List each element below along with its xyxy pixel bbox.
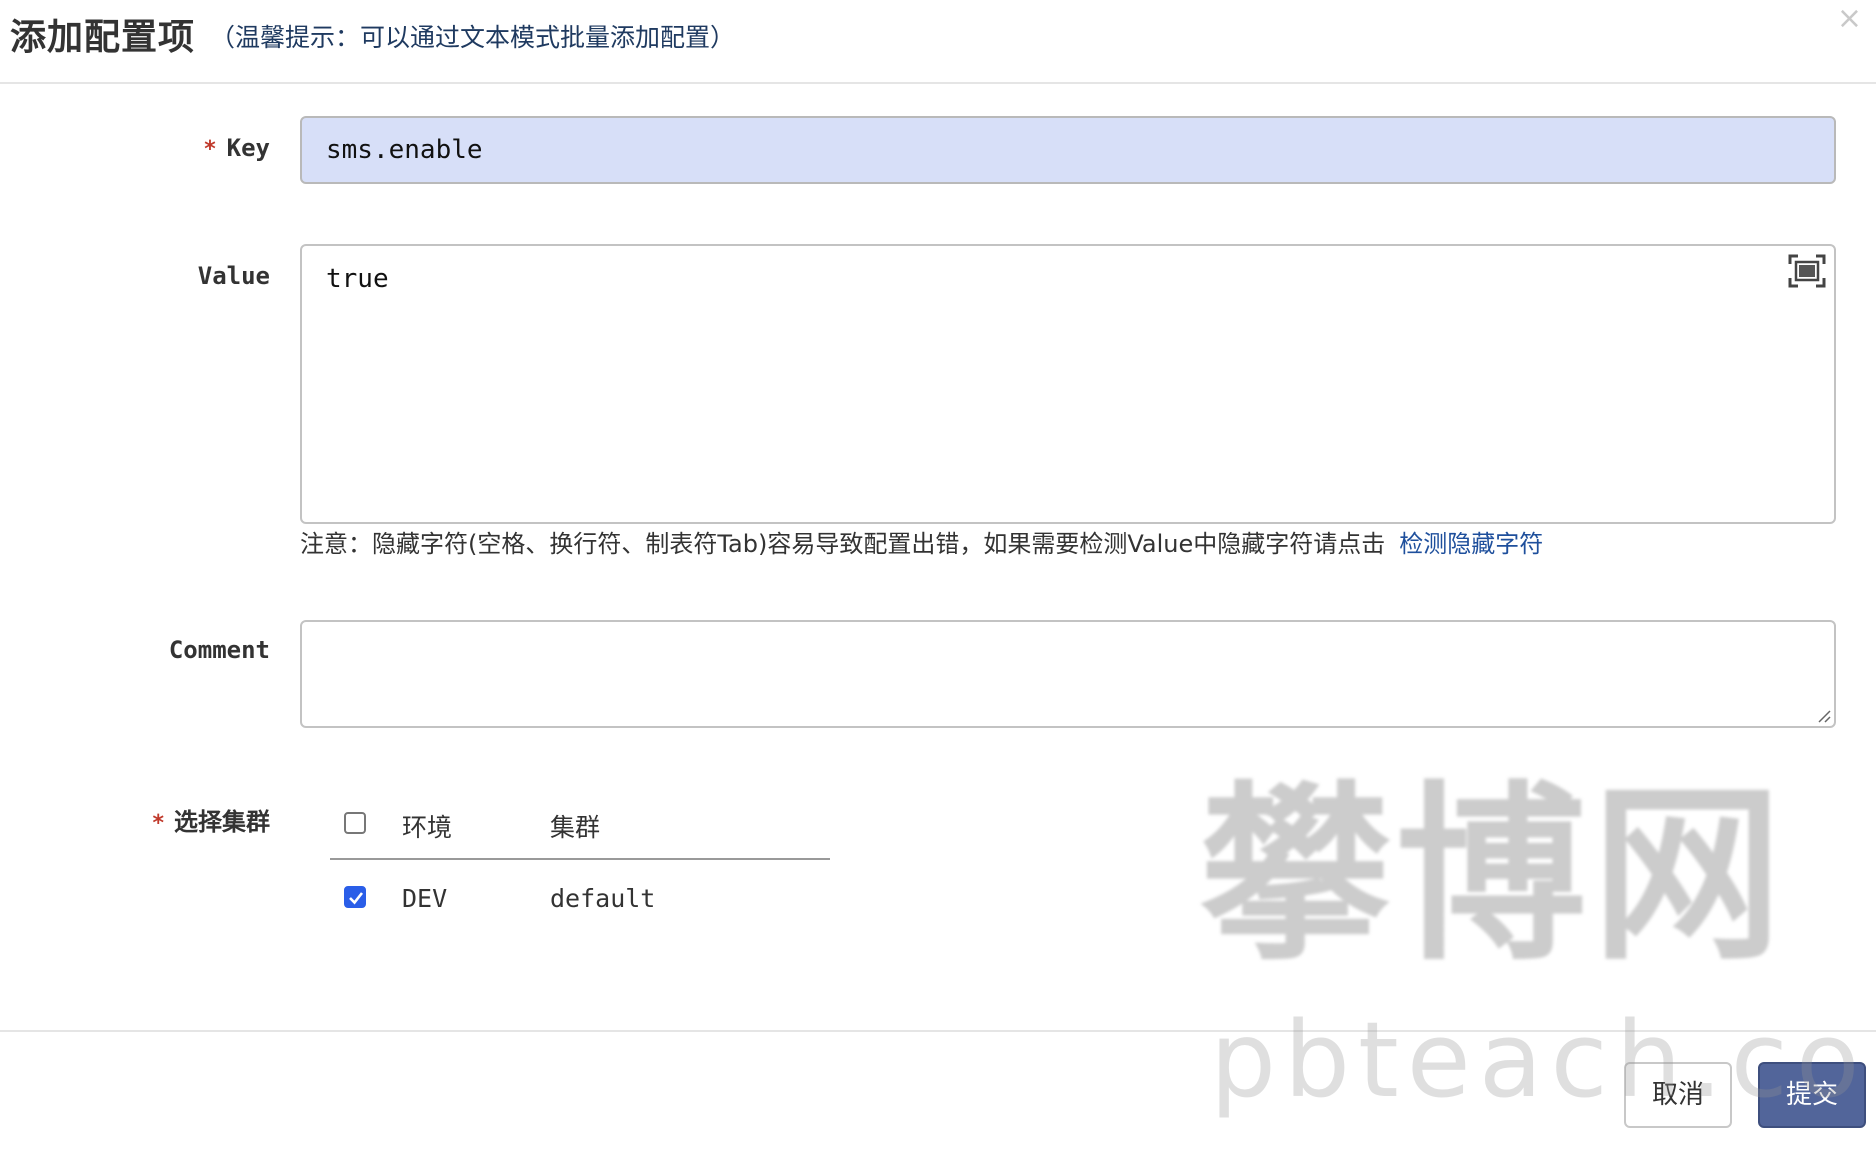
close-icon[interactable]: × [1837, 4, 1862, 34]
cluster-label-group: * 选择集群 [152, 802, 270, 837]
required-mark: * [152, 811, 164, 836]
value-text: true [326, 264, 389, 294]
cluster-table: 环境 集群 DEV default [330, 790, 830, 930]
table-row[interactable]: DEV default [330, 860, 830, 930]
check-icon [349, 892, 364, 905]
required-mark: * [203, 137, 217, 162]
comment-textarea[interactable] [300, 620, 1836, 728]
watermark-logo-cn: 攀博网 [1200, 763, 1789, 986]
value-textarea[interactable]: true [300, 244, 1836, 524]
note-text: 注意：隐藏字符(空格、换行符、制表符Tab)容易导致配置出错，如果需要检测Val… [300, 530, 1386, 558]
detect-hidden-chars-link[interactable]: 检测隐藏字符 [1399, 530, 1543, 558]
cluster-column-header: 集群 [550, 813, 601, 842]
submit-button[interactable]: 提交 [1758, 1062, 1866, 1128]
select-all-checkbox[interactable] [344, 812, 366, 834]
env-column-header: 环境 [402, 813, 453, 842]
dialog-hint: （温馨提示：可以通过文本模式批量添加配置） [210, 23, 736, 52]
row-env: DEV [402, 884, 448, 913]
row-cluster: default [550, 884, 656, 913]
dialog-title: 添加配置项 [10, 17, 196, 58]
row-checkbox[interactable] [344, 886, 366, 908]
hidden-char-note: 注意：隐藏字符(空格、换行符、制表符Tab)容易导致配置出错，如果需要检测Val… [300, 524, 1543, 559]
dialog-header: 添加配置项 （温馨提示：可以通过文本模式批量添加配置） × [0, 0, 1876, 84]
resize-grip-icon[interactable] [1815, 707, 1831, 723]
value-label: Value [197, 262, 270, 290]
cancel-button[interactable]: 取消 [1624, 1062, 1732, 1128]
comment-label: Comment [168, 636, 270, 664]
cluster-label: 选择集群 [174, 808, 270, 836]
cluster-table-header: 环境 集群 [330, 790, 830, 860]
key-label: Key [226, 134, 270, 162]
fullscreen-icon[interactable] [1788, 254, 1826, 288]
key-label-group: * Key [203, 134, 270, 162]
key-input[interactable] [300, 116, 1836, 184]
footer-divider [0, 1030, 1876, 1032]
